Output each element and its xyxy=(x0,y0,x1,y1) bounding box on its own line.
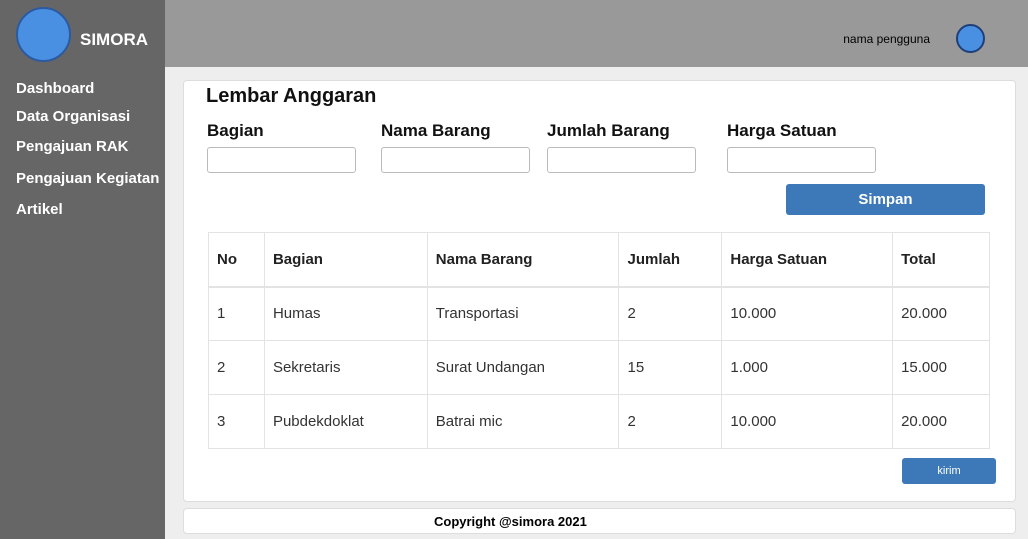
column-header: Harga Satuan xyxy=(721,232,894,288)
table-cell: 15.000 xyxy=(892,340,990,395)
sidebar-item-pengajuan-rak[interactable]: Pengajuan RAK xyxy=(16,138,129,155)
table-cell: Batrai mic xyxy=(426,394,620,449)
sidebar-item-artikel[interactable]: Artikel xyxy=(16,201,63,218)
bagian-input[interactable] xyxy=(207,147,356,173)
table-cell: Humas xyxy=(263,286,428,341)
copyright-text: Copyright @simora 2021 xyxy=(434,514,587,529)
harga-satuan-input[interactable] xyxy=(727,147,876,173)
app-name: SIMORA xyxy=(80,30,148,49)
harga-satuan-label: Harga Satuan xyxy=(727,121,837,140)
sidebar-item-data-organisasi[interactable]: Data Organisasi xyxy=(16,108,130,125)
sidebar-item-pengajuan-kegiatan[interactable]: Pengajuan Kegiatan xyxy=(16,170,159,187)
table-row: 1 Humas Transportasi 2 10.000 20.000 xyxy=(208,286,990,341)
budget-form-card: Lembar Anggaran Bagian Nama Barang Jumla… xyxy=(183,80,1016,502)
user-name[interactable]: nama pengguna xyxy=(843,32,930,46)
budget-table: No Bagian Nama Barang Jumlah Harga Satua… xyxy=(208,232,990,449)
table-cell: 15 xyxy=(618,340,723,395)
table-cell: 20.000 xyxy=(892,286,990,341)
table-cell: 10.000 xyxy=(721,394,894,449)
table-cell: 1.000 xyxy=(721,340,894,395)
table-cell: Pubdekdoklat xyxy=(263,394,428,449)
column-header: Bagian xyxy=(263,232,428,288)
save-button[interactable]: Simpan xyxy=(786,184,985,215)
sidebar-item-dashboard[interactable]: Dashboard xyxy=(16,80,94,97)
table-cell: 2 xyxy=(618,286,723,341)
page-title: Lembar Anggaran xyxy=(206,85,377,107)
table-cell: 3 xyxy=(208,394,265,449)
jumlah-barang-label: Jumlah Barang xyxy=(547,121,670,140)
column-header: No xyxy=(208,232,265,288)
table-row: 3 Pubdekdoklat Batrai mic 2 10.000 20.00… xyxy=(208,394,990,449)
table-cell: 2 xyxy=(618,394,723,449)
footer: Copyright @simora 2021 xyxy=(183,508,1016,534)
top-bar: nama pengguna xyxy=(165,0,1028,67)
nama-barang-input[interactable] xyxy=(381,147,530,173)
send-button[interactable]: kirim xyxy=(902,458,996,484)
table-cell: 1 xyxy=(208,286,265,341)
table-row: 2 Sekretaris Surat Undangan 15 1.000 15.… xyxy=(208,340,990,395)
table-cell: 2 xyxy=(208,340,265,395)
table-cell: Surat Undangan xyxy=(426,340,620,395)
logo-icon xyxy=(16,7,71,62)
table-cell: 20.000 xyxy=(892,394,990,449)
table-cell: 10.000 xyxy=(721,286,894,341)
table-header-row: No Bagian Nama Barang Jumlah Harga Satua… xyxy=(208,232,990,288)
bagian-label: Bagian xyxy=(207,121,264,140)
table-cell: Sekretaris xyxy=(263,340,428,395)
nama-barang-label: Nama Barang xyxy=(381,121,491,140)
user-avatar-icon[interactable] xyxy=(956,24,985,53)
column-header: Nama Barang xyxy=(426,232,620,288)
sidebar: SIMORA Dashboard Data Organisasi Pengaju… xyxy=(0,0,165,539)
column-header: Jumlah xyxy=(618,232,723,288)
table-cell: Transportasi xyxy=(426,286,620,341)
column-header: Total xyxy=(892,232,990,288)
jumlah-barang-input[interactable] xyxy=(547,147,696,173)
